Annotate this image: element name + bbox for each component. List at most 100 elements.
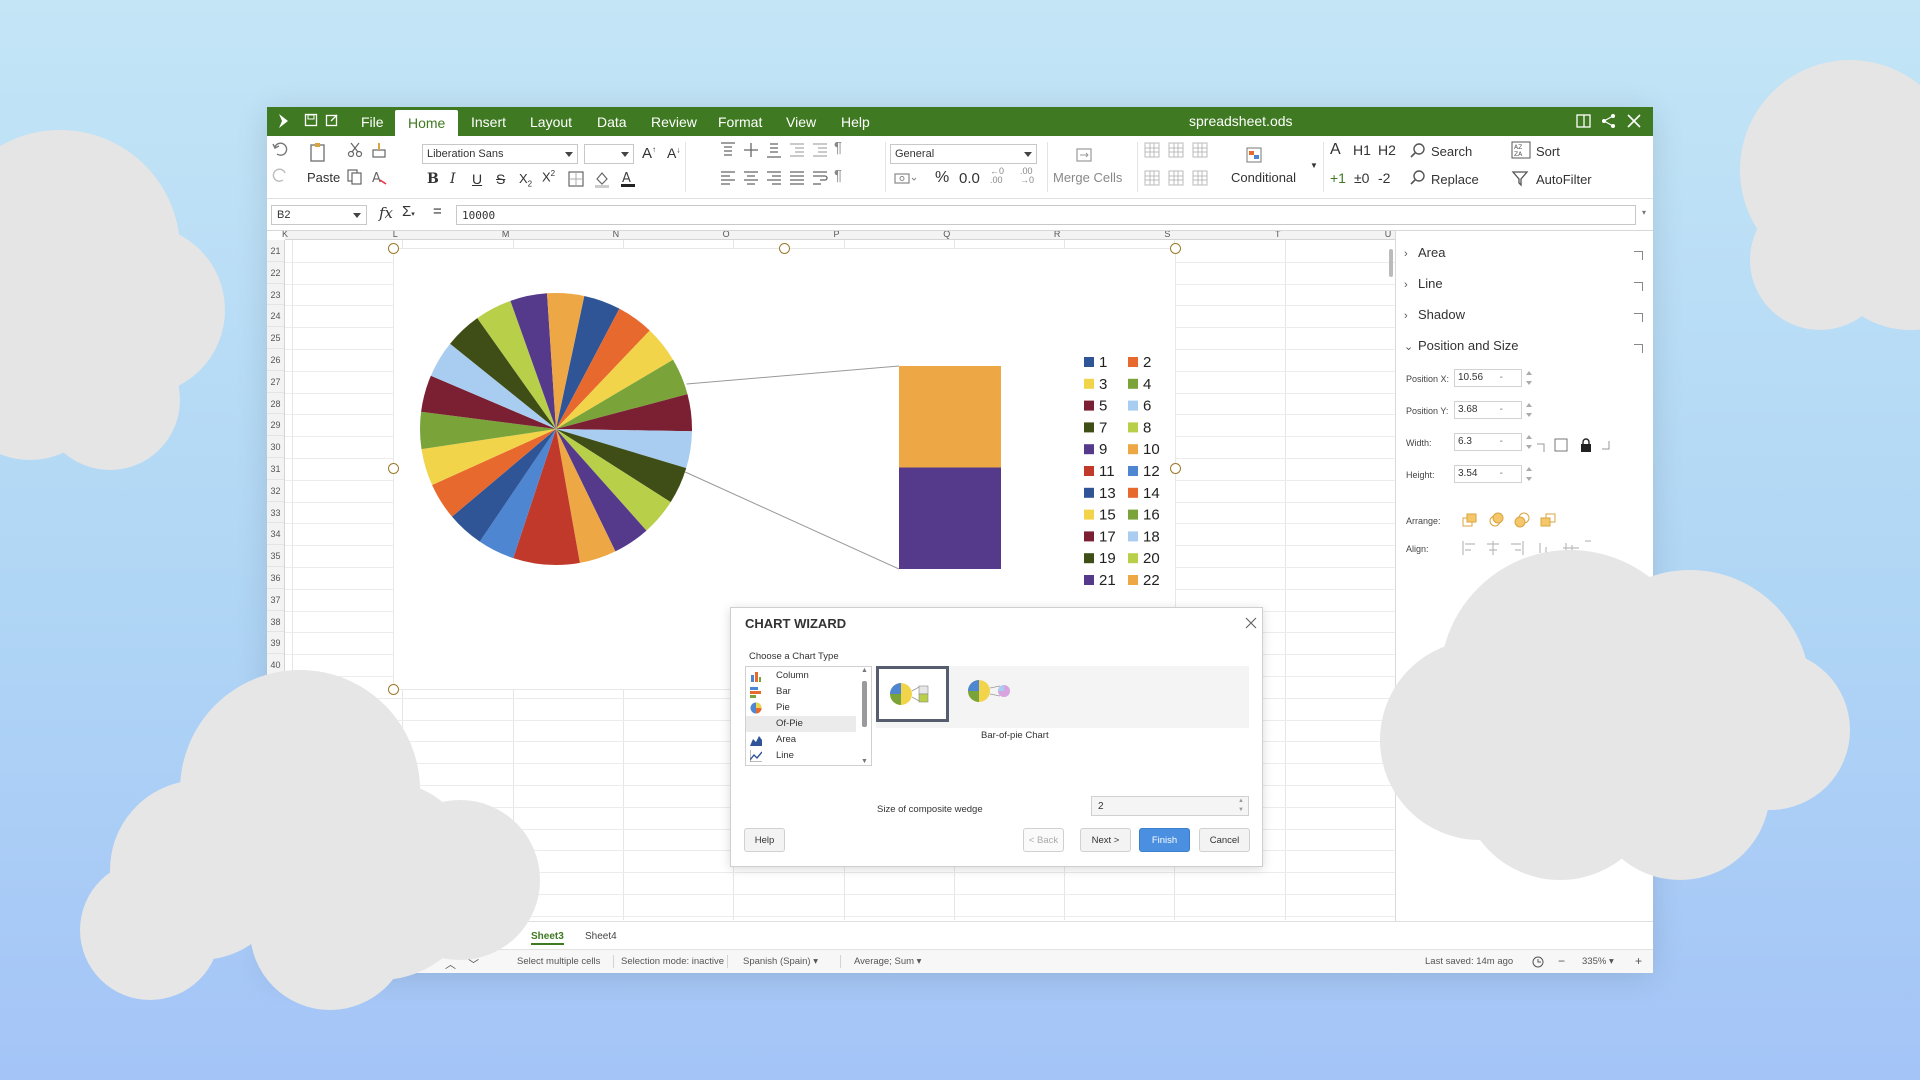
delete-cells-icon[interactable] [1191, 169, 1209, 187]
language-status[interactable]: Spanish (Spain) ▾ [743, 956, 818, 967]
section-shadow[interactable]: › Shadow [1404, 307, 1465, 322]
delete-column-icon[interactable] [1167, 169, 1185, 187]
column-header[interactable]: N [561, 231, 671, 239]
expand-corner-icon[interactable] [1634, 282, 1643, 291]
row-header[interactable]: 30 [267, 436, 284, 458]
vertical-scrollbar[interactable] [1389, 249, 1393, 277]
sort-button[interactable]: Sort [1536, 144, 1560, 159]
column-header[interactable]: K [267, 231, 340, 239]
conditional-dropdown-icon[interactable]: ▼ [1310, 161, 1318, 170]
sum-icon[interactable]: Σ▾ [402, 203, 415, 220]
resize-handle-top-right[interactable] [1170, 243, 1181, 254]
undo-icon[interactable] [271, 140, 289, 158]
close-icon[interactable] [1244, 616, 1258, 630]
bring-to-front-icon[interactable] [1461, 512, 1479, 528]
zoom-out-button[interactable]: − [1558, 954, 1565, 968]
sheet-tab-sheet4[interactable]: Sheet4 [585, 931, 617, 942]
decrease-decimal-icon[interactable]: .00 →0 [1020, 167, 1034, 185]
clear-format-icon[interactable]: A [370, 168, 388, 186]
edit-object-button[interactable]: Edit Ob [1459, 666, 1519, 686]
lock-icon[interactable] [1580, 438, 1592, 452]
wrap-text-icon[interactable] [811, 169, 829, 187]
resize-handle-top-left[interactable] [388, 243, 399, 254]
back-button[interactable]: < Back [1023, 828, 1064, 852]
menu-file[interactable]: File [361, 114, 384, 130]
column-header[interactable]: O [671, 231, 781, 239]
conditional-label[interactable]: Conditional [1231, 170, 1296, 185]
variant-pie-of-pie[interactable] [955, 666, 1028, 722]
menu-data[interactable]: Data [597, 114, 627, 130]
resize-handle-right[interactable] [1170, 463, 1181, 474]
fill-color-icon[interactable] [593, 170, 611, 188]
align-right-icon[interactable] [765, 169, 783, 187]
row-header[interactable]: 29 [267, 414, 284, 437]
row-header[interactable]: 38 [267, 611, 284, 633]
scroll-up-icon[interactable]: ︿ [445, 956, 456, 972]
height-field[interactable]: 3.54 - [1454, 465, 1522, 483]
expand-corner-icon[interactable] [1634, 251, 1643, 260]
align-center-icon[interactable] [742, 169, 760, 187]
align-top-icon[interactable] [719, 141, 737, 159]
row-header[interactable]: 26 [267, 349, 284, 371]
merge-cells-icon[interactable] [1075, 146, 1093, 164]
keep-ratio-checkbox[interactable] [1554, 438, 1568, 452]
equals-icon[interactable]: = [433, 203, 442, 220]
row-header[interactable]: 27 [267, 371, 284, 393]
search-button[interactable]: Search [1431, 144, 1472, 159]
resize-handle-bottom-left[interactable] [388, 684, 399, 695]
position-y-field[interactable]: 3.68 - [1454, 401, 1522, 419]
increment-button[interactable]: +1 [1330, 170, 1346, 186]
menu-insert[interactable]: Insert [471, 114, 506, 130]
row-header[interactable]: 25 [267, 327, 284, 349]
zoom-in-button[interactable]: + [1635, 954, 1642, 968]
expand-formula-icon[interactable]: ▾ [1642, 208, 1646, 217]
format-painter-icon[interactable] [370, 141, 388, 159]
chart-type-column[interactable]: Column [746, 668, 856, 684]
share-icon[interactable] [1600, 112, 1618, 130]
next-button[interactable]: Next > [1080, 828, 1131, 852]
position-y-spinner[interactable] [1524, 401, 1534, 419]
zoom-fit-icon[interactable] [1531, 955, 1545, 969]
aggregate-status[interactable]: Average; Sum ▾ [854, 956, 921, 967]
cancel-button[interactable]: Cancel [1199, 828, 1250, 852]
menu-review[interactable]: Review [651, 114, 697, 130]
decrement-button[interactable]: -2 [1378, 170, 1390, 186]
replace-icon[interactable] [1409, 169, 1427, 187]
subscript-icon[interactable]: X2 [519, 171, 532, 189]
align-middle-icon[interactable] [742, 141, 760, 159]
position-x-field[interactable]: 10.56 - [1454, 369, 1522, 387]
chart-type-of-pie[interactable]: Of-Pie [746, 716, 856, 732]
search-icon[interactable] [1409, 142, 1427, 160]
comma-format-button[interactable]: 0.0 [959, 170, 980, 187]
insert-cells-icon[interactable] [1191, 141, 1209, 159]
align-objects-icons[interactable] [1461, 539, 1591, 557]
borders-icon[interactable] [567, 170, 585, 188]
resize-handle-left[interactable] [388, 463, 399, 474]
width-field[interactable]: 6.3 - [1454, 433, 1522, 451]
menu-home[interactable]: Home [395, 110, 459, 136]
variant-bar-of-pie[interactable] [876, 666, 949, 722]
sidebar-toggle-icon[interactable] [1575, 112, 1593, 130]
rtl-paragraph-icon[interactable]: ¶ [834, 167, 842, 184]
row-header[interactable]: 23 [267, 284, 284, 306]
grow-font-icon[interactable]: A↑ [642, 145, 656, 162]
section-area[interactable]: › Area [1404, 245, 1445, 260]
help-button[interactable]: Help [744, 828, 785, 852]
sort-icon[interactable]: AZZA [1511, 141, 1531, 159]
menu-help[interactable]: Help [841, 114, 870, 130]
chart-type-area[interactable]: Area [746, 732, 856, 748]
chart-type-bar[interactable]: Bar [746, 684, 856, 700]
menu-format[interactable]: Format [718, 114, 762, 130]
paste-icon[interactable] [307, 142, 329, 164]
wedge-spinner-icon[interactable]: ▲ ▼ [1238, 797, 1244, 815]
column-header[interactable]: U [1333, 231, 1395, 239]
bold-icon[interactable]: B [427, 171, 439, 187]
indent-decrease-icon[interactable] [811, 141, 829, 159]
formula-input[interactable]: 10000 [456, 205, 1636, 225]
paragraph-icon[interactable]: ¶ [834, 139, 842, 156]
replace-button[interactable]: Replace [1431, 172, 1479, 187]
selection-mode-status[interactable]: Selection mode: inactive [621, 956, 724, 967]
row-header[interactable]: 36 [267, 567, 284, 589]
bring-forward-icon[interactable] [1487, 512, 1505, 528]
italic-icon[interactable]: I [450, 171, 456, 187]
